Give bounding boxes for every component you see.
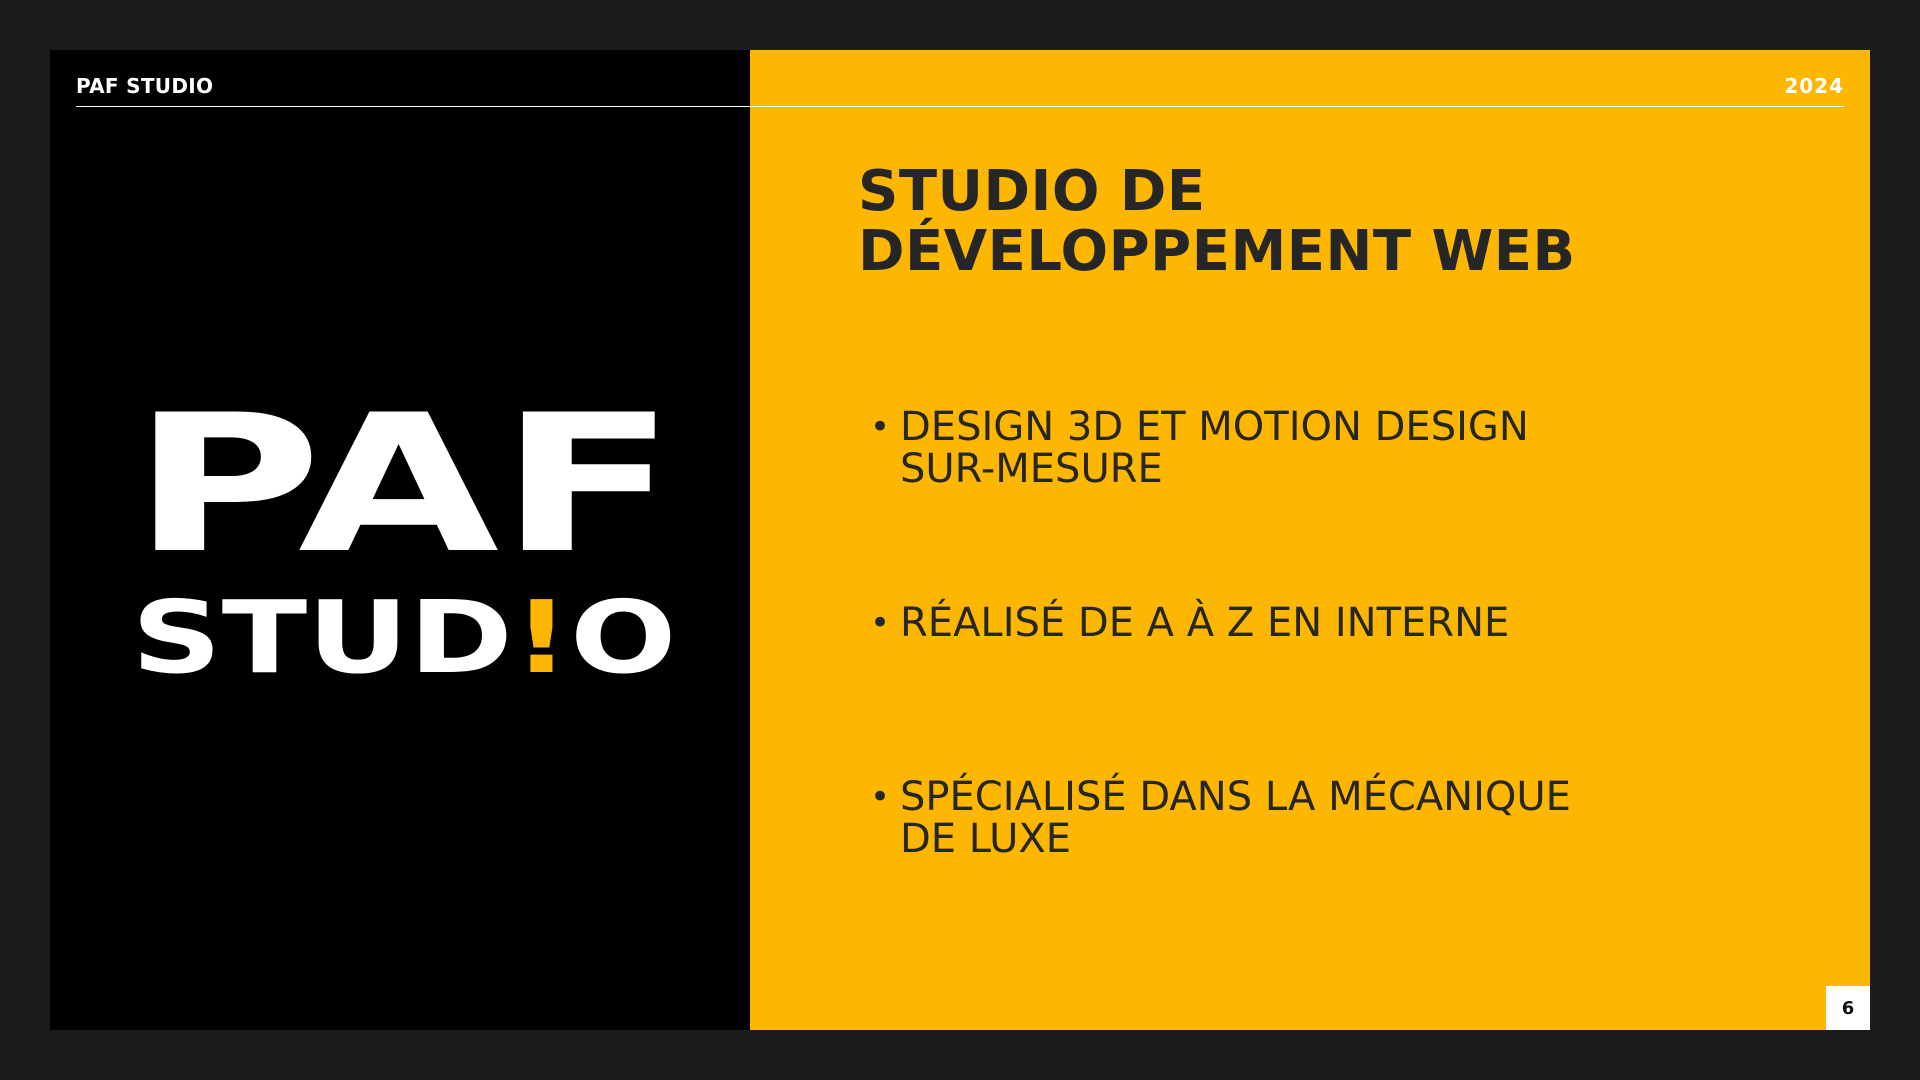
feature-item-line: RÉALISÉ DE A À Z EN INTERNE xyxy=(900,600,1510,646)
header-brand: PAF STUDIO xyxy=(76,74,214,98)
logo-exclamation-accent: ! xyxy=(513,579,570,680)
feature-item-line: SPÉCIALISÉ DANS LA MÉCANIQUE xyxy=(900,774,1571,820)
page-number: 6 xyxy=(1826,986,1870,1030)
logo-text-paf: PAF xyxy=(132,380,677,595)
slide: PAF STUD! O STUDIO DE DÉVELOPPEMENT WEB •… xyxy=(50,50,1870,1030)
logo-text-o: O xyxy=(570,579,676,680)
bullet-glyph: • xyxy=(870,603,891,643)
content-panel: STUDIO DE DÉVELOPPEMENT WEB • DESIGN 3D … xyxy=(750,50,1870,1030)
slide-title: STUDIO DE DÉVELOPPEMENT WEB xyxy=(858,162,1576,282)
feature-item-3d-motion: • DESIGN 3D ET MOTION DESIGN SUR-MESURE xyxy=(870,404,1800,492)
slide-title-line-1: STUDIO DE xyxy=(858,159,1206,224)
bullet-glyph: • xyxy=(870,777,891,817)
logo-text-stud: STUD xyxy=(132,579,513,680)
feature-item-line: SUR-MESURE xyxy=(900,446,1163,492)
brand-panel: PAF STUD! O xyxy=(50,50,750,1030)
header-year: 2024 xyxy=(1784,74,1844,98)
feature-item-in-house: • RÉALISÉ DE A À Z EN INTERNE xyxy=(870,600,1800,646)
slide-title-line-2: DÉVELOPPEMENT WEB xyxy=(858,219,1576,284)
bullet-glyph: • xyxy=(870,407,891,447)
feature-item-line: DE LUXE xyxy=(900,816,1072,862)
paf-studio-logo: PAF STUD! O xyxy=(132,380,677,680)
logo-text-studio: STUD! O xyxy=(132,579,677,680)
header-divider xyxy=(76,106,1844,107)
feature-item-line: DESIGN 3D ET MOTION DESIGN xyxy=(900,404,1529,450)
feature-item-luxury-mechanics: • SPÉCIALISÉ DANS LA MÉCANIQUE DE LUXE xyxy=(870,774,1800,862)
